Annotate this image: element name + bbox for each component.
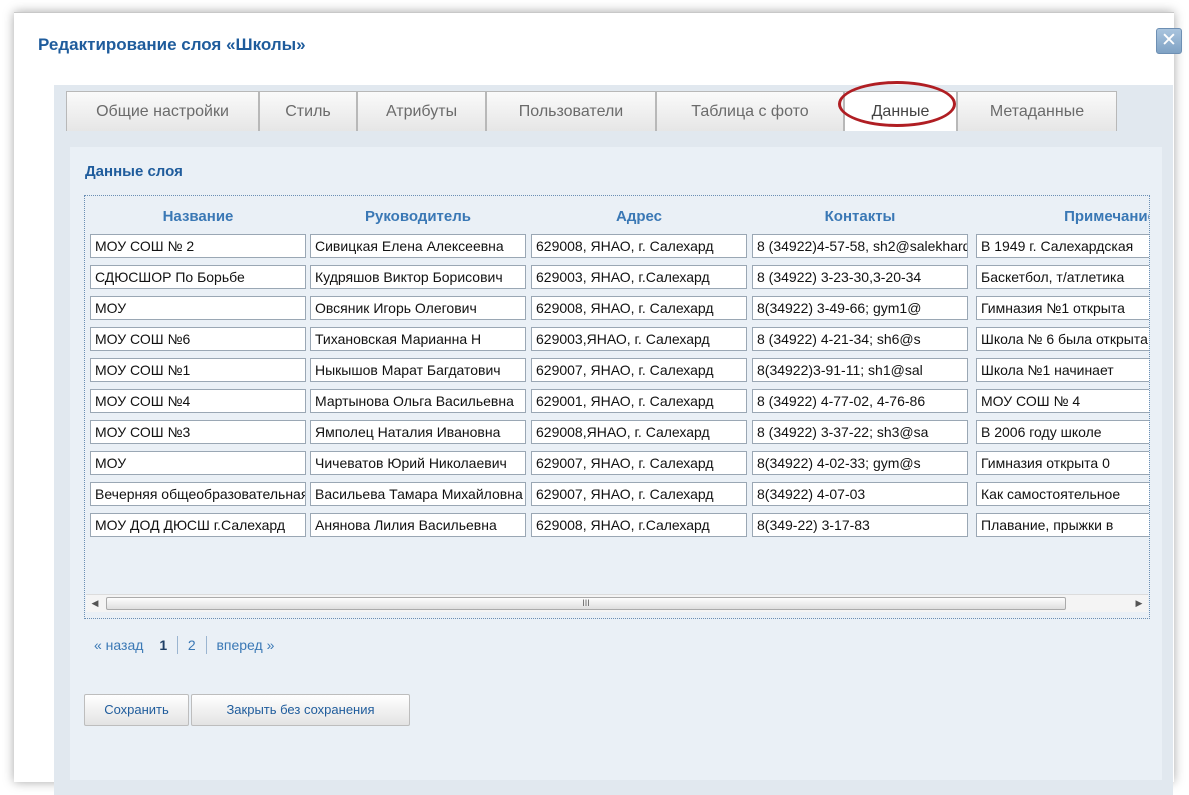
cell-notes[interactable]: Гимназия №1 открыта [976, 296, 1149, 320]
scroll-right-arrow-icon[interactable]: ▶ [1130, 595, 1148, 612]
data-tab-content: Данные слоя Название Руководитель Адрес … [70, 147, 1162, 780]
column-header-name[interactable]: Название [90, 208, 306, 225]
cell-address[interactable]: 629007, ЯНАО, г. Салехард [531, 482, 747, 506]
cell-contacts[interactable]: 8(34922) 4-02-33; gym@s [752, 451, 968, 475]
cell-address[interactable]: 629008, ЯНАО, г.Салехард [531, 513, 747, 537]
pagination: « назад 1 2 вперед » [94, 636, 274, 655]
cell-notes[interactable]: МОУ СОШ № 4 [976, 389, 1149, 413]
cell-address[interactable]: 629008, ЯНАО, г. Салехард [531, 296, 747, 320]
cell-address[interactable]: 629001, ЯНАО, г. Салехард [531, 389, 747, 413]
cell-address[interactable]: 629003,ЯНАО, г. Салехард [531, 327, 747, 351]
dialog-title: Редактирование слоя «Школы» [38, 35, 306, 54]
cell-director[interactable]: Сивицкая Елена Алексеевна [310, 234, 526, 258]
data-grid: Название Руководитель Адрес Контакты При… [84, 195, 1150, 619]
pager-prev-link[interactable]: « назад [94, 637, 143, 653]
cell-contacts[interactable]: 8 (34922) 3-37-22; sh3@sa [752, 420, 968, 444]
tab-attributes[interactable]: Атрибуты [357, 91, 486, 131]
cell-address[interactable]: 629008, ЯНАО, г. Салехард [531, 234, 747, 258]
cell-name[interactable]: СДЮСШОР По Борьбе [90, 265, 306, 289]
tab-users[interactable]: Пользователи [486, 91, 656, 131]
tab-general-settings[interactable]: Общие настройки [66, 91, 259, 131]
cell-contacts[interactable]: 8 (34922) 4-21-34; sh6@s [752, 327, 968, 351]
pager-next-link[interactable]: вперед » [216, 637, 274, 653]
cell-notes[interactable]: В 1949 г. Салехардская [976, 234, 1149, 258]
dialog-panel: Общие настройки Стиль Атрибуты Пользоват… [54, 85, 1173, 795]
pager-separator [205, 636, 207, 655]
cell-address[interactable]: 629008,ЯНАО, г. Салехард [531, 420, 747, 444]
cell-notes[interactable]: Баскетбол, т/атлетика [976, 265, 1149, 289]
cell-name[interactable]: МОУ СОШ №3 [90, 420, 306, 444]
cell-director[interactable]: Овсяник Игорь Олегович [310, 296, 526, 320]
cell-director[interactable]: Тихановская Марианна Н [310, 327, 526, 351]
cell-notes[interactable]: Как самостоятельное [976, 482, 1149, 506]
cell-name[interactable]: МОУ [90, 451, 306, 475]
cell-contacts[interactable]: 8 (34922) 3-23-30,3-20-34 [752, 265, 968, 289]
cell-director[interactable]: Анянова Лилия Васильевна [310, 513, 526, 537]
cell-director[interactable]: Ямполец Наталия Ивановна [310, 420, 526, 444]
cell-director[interactable]: Васильева Тамара Михайловна [310, 482, 526, 506]
cell-contacts[interactable]: 8 (34922)4-57-58, sh2@salekhard [752, 234, 968, 258]
column-header-notes[interactable]: Примечание [976, 208, 1149, 225]
cell-name[interactable]: МОУ СОШ №1 [90, 358, 306, 382]
cell-contacts[interactable]: 8(34922) 4-07-03 [752, 482, 968, 506]
cell-name[interactable]: МОУ СОШ №6 [90, 327, 306, 351]
tab-photo-table[interactable]: Таблица с фото [656, 91, 844, 131]
cell-notes[interactable]: Плавание, прыжки в [976, 513, 1149, 537]
section-title: Данные слоя [85, 163, 183, 180]
cell-address[interactable]: 629007, ЯНАО, г. Салехард [531, 358, 747, 382]
tab-bar: Общие настройки Стиль Атрибуты Пользоват… [66, 91, 1170, 131]
cell-name[interactable]: МОУ ДОД ДЮСШ г.Салехард [90, 513, 306, 537]
column-header-contacts[interactable]: Контакты [752, 208, 968, 225]
cell-contacts[interactable]: 8(349-22) 3-17-83 [752, 513, 968, 537]
scroll-left-arrow-icon[interactable]: ◀ [86, 595, 104, 612]
cell-name[interactable]: МОУ СОШ №4 [90, 389, 306, 413]
cell-director[interactable]: Ныкышов Марат Багдатович [310, 358, 526, 382]
edit-layer-dialog: Редактирование слоя «Школы» Общие настро… [14, 12, 1174, 795]
cell-name[interactable]: МОУ [90, 296, 306, 320]
cell-name[interactable]: Вечерняя общеобразовательная [90, 482, 306, 506]
cell-notes[interactable]: Гимназия открыта 0 [976, 451, 1149, 475]
pager-page-1: 1 [159, 637, 168, 654]
pager-separator [177, 636, 178, 655]
cell-notes[interactable]: Школа №1 начинает [976, 358, 1149, 382]
cell-notes[interactable]: Школа № 6 была открыта [976, 327, 1149, 351]
save-button[interactable]: Сохранить [84, 694, 189, 726]
cell-director[interactable]: Кудряшов Виктор Борисович [310, 265, 526, 289]
tab-style[interactable]: Стиль [259, 91, 357, 131]
cell-address[interactable]: 629003, ЯНАО, г.Салехард [531, 265, 747, 289]
cell-contacts[interactable]: 8 (34922) 4-77-02, 4-76-86 [752, 389, 968, 413]
cell-director[interactable]: Мартынова Ольга Васильевна [310, 389, 526, 413]
data-tab-highlight-ring [838, 81, 956, 127]
horizontal-scrollbar[interactable]: ◀ III ▶ [86, 594, 1148, 612]
cell-contacts[interactable]: 8(34922) 3-49-66; gym1@ [752, 296, 968, 320]
cell-director[interactable]: Чичеватов Юрий Николаевич [310, 451, 526, 475]
close-icon[interactable]: ✕ [1156, 28, 1182, 54]
pager-page-2[interactable]: 2 [188, 637, 196, 653]
tab-metadata[interactable]: Метаданные [957, 91, 1117, 131]
scroll-thumb[interactable]: III [106, 597, 1066, 610]
column-header-address[interactable]: Адрес [531, 208, 747, 225]
column-header-director[interactable]: Руководитель [310, 208, 526, 225]
scroll-grip-icon: III [582, 598, 590, 608]
cell-notes[interactable]: В 2006 году школе [976, 420, 1149, 444]
cell-contacts[interactable]: 8(34922)3-91-11; sh1@sal [752, 358, 968, 382]
cell-name[interactable]: МОУ СОШ № 2 [90, 234, 306, 258]
cell-address[interactable]: 629007, ЯНАО, г. Салехард [531, 451, 747, 475]
close-without-saving-button[interactable]: Закрыть без сохранения [191, 694, 410, 726]
